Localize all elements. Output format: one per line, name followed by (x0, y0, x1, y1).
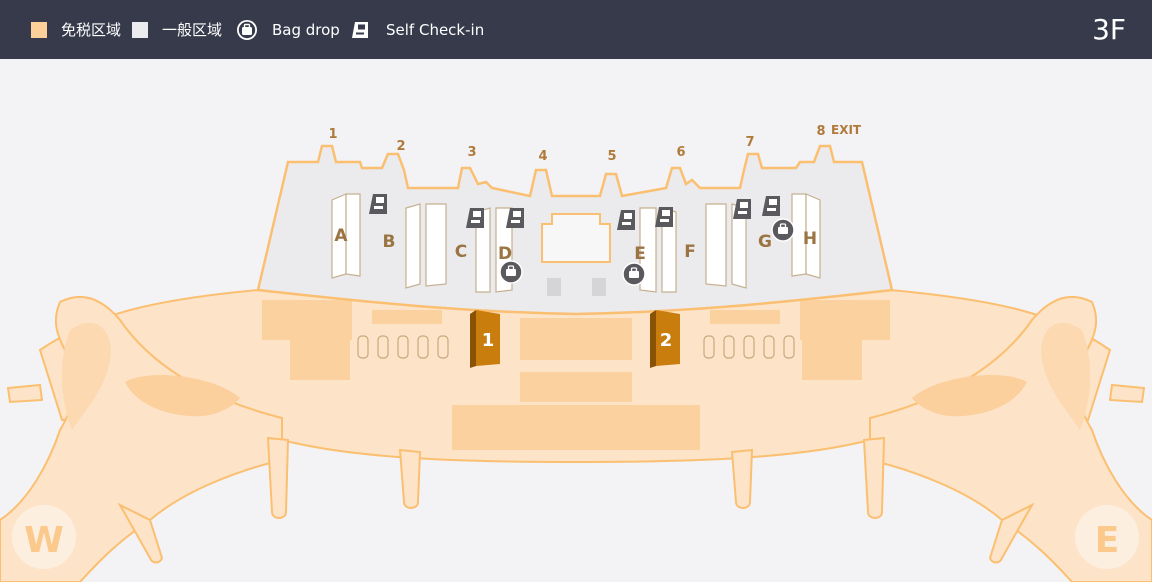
pillar (547, 278, 561, 296)
self-checkin-icon (352, 21, 368, 38)
legend-duty-free-label: 免税区域 (61, 21, 122, 39)
gate-label-5: 5 (607, 149, 616, 164)
security-gate-label-2: 2 (660, 330, 673, 351)
airport-floor-map-app: 免税区域 一般区域 Bag drop Self Check-in 3F 1 2 … (0, 0, 1152, 582)
compass-east-label: E (1095, 520, 1120, 561)
gate-label-3: 3 (467, 145, 476, 160)
gate-label-4: 4 (538, 149, 547, 164)
terminal-map[interactable]: 1 2 3 4 5 6 7 8 EXIT A B C D E F G H 1 2… (0, 59, 1152, 582)
legend-duty-free[interactable]: 免税区域 (31, 0, 121, 59)
counter-label-G[interactable]: G (758, 232, 772, 252)
security-gate-label-1: 1 (482, 330, 495, 351)
west-wing-stub (6, 383, 44, 404)
pillar (592, 278, 606, 296)
counter-label-F[interactable]: F (684, 242, 696, 262)
counter-label-B[interactable]: B (383, 232, 396, 252)
legend-self-checkin[interactable]: Self Check-in (350, 0, 484, 59)
central-structure (541, 213, 611, 263)
compass-west[interactable]: W (12, 505, 76, 569)
legend-general[interactable]: 一般区域 (132, 0, 222, 59)
bag-drop-icon[interactable] (499, 260, 523, 284)
compass-west-label: W (24, 520, 64, 561)
counter-label-E[interactable]: E (634, 244, 646, 264)
gate-label-7: 7 (745, 135, 754, 150)
duty-free-swatch (31, 21, 47, 38)
gate-label-2: 2 (396, 139, 405, 154)
counter-label-A[interactable]: A (334, 226, 348, 246)
compass-east[interactable]: E (1075, 505, 1139, 569)
bag-drop-icon (237, 19, 257, 40)
security-gate-1[interactable]: 1 (470, 310, 500, 368)
gate-label-8: 8 (816, 124, 825, 139)
bag-drop-icon[interactable] (622, 262, 646, 286)
floor-indicator: 3F (1092, 13, 1126, 46)
counter-label-H[interactable]: H (803, 229, 817, 249)
legend-bag-drop-label: Bag drop (272, 20, 340, 39)
exit-label: EXIT (831, 123, 862, 137)
bag-drop-icon[interactable] (771, 218, 795, 242)
legend-header: 免税区域 一般区域 Bag drop Self Check-in 3F (0, 0, 1152, 59)
gate-label-6: 6 (676, 145, 685, 160)
general-area-swatch (132, 21, 148, 38)
east-wing-stub (1108, 383, 1146, 404)
counter-label-C[interactable]: C (455, 242, 467, 262)
gate-label-1: 1 (328, 127, 337, 142)
security-gate-2[interactable]: 2 (650, 310, 680, 368)
legend-bag-drop[interactable]: Bag drop (236, 0, 340, 59)
legend-general-label: 一般区域 (162, 21, 223, 39)
legend-self-checkin-label: Self Check-in (386, 20, 485, 39)
